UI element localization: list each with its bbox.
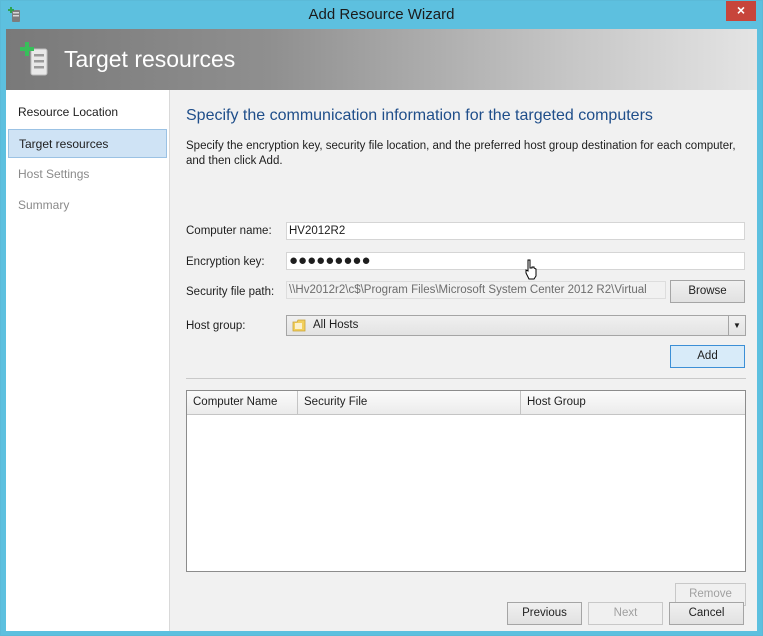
previous-button[interactable]: Previous bbox=[507, 602, 582, 625]
security-file-path-label: Security file path: bbox=[186, 286, 275, 298]
encryption-key-label: Encryption key: bbox=[186, 256, 265, 268]
grid-header: Computer Name Security File Host Group bbox=[187, 391, 745, 415]
computer-name-label: Computer name: bbox=[186, 225, 272, 237]
host-group-selected: All Hosts bbox=[313, 319, 359, 331]
host-group-label: Host group: bbox=[186, 320, 246, 332]
server-add-icon bbox=[20, 42, 48, 76]
add-button[interactable]: Add bbox=[670, 345, 745, 368]
sidebar-item-target-resources[interactable]: Target resources bbox=[8, 129, 167, 158]
cancel-button[interactable]: Cancel bbox=[669, 602, 744, 625]
wizard-main-panel: Specify the communication information fo… bbox=[171, 90, 757, 631]
sidebar-item-summary: Summary bbox=[18, 198, 70, 212]
title-bar[interactable]: Add Resource Wizard × bbox=[1, 1, 762, 28]
divider bbox=[186, 378, 746, 379]
encryption-key-input[interactable]: ●●●●●●●●● bbox=[286, 252, 745, 270]
folder-icon bbox=[292, 319, 306, 332]
target-computers-grid[interactable]: Computer Name Security File Host Group bbox=[186, 390, 746, 572]
close-icon: × bbox=[736, 2, 746, 18]
wizard-client-area: Target resources Resource Location Targe… bbox=[6, 29, 757, 631]
wizard-steps-sidebar: Resource Location Target resources Host … bbox=[6, 90, 170, 631]
section-heading: Specify the communication information fo… bbox=[186, 107, 653, 124]
security-file-path-input[interactable]: \\Hv2012r2\c$\Program Files\Microsoft Sy… bbox=[286, 281, 666, 299]
page-title: Target resources bbox=[64, 46, 236, 72]
column-header-computer-name[interactable]: Computer Name bbox=[187, 391, 298, 414]
mouse-cursor-icon bbox=[525, 259, 537, 280]
sidebar-item-host-settings: Host Settings bbox=[18, 167, 90, 181]
next-button: Next bbox=[588, 602, 663, 625]
wizard-banner: Target resources bbox=[6, 29, 757, 90]
window-title: Add Resource Wizard bbox=[308, 6, 455, 23]
sidebar-item-resource-location[interactable]: Resource Location bbox=[8, 98, 167, 127]
computer-name-input[interactable]: HV2012R2 bbox=[286, 222, 745, 240]
dropdown-arrow-icon[interactable]: ▼ bbox=[728, 316, 745, 335]
column-header-security-file[interactable]: Security File bbox=[298, 391, 521, 414]
column-header-host-group[interactable]: Host Group bbox=[521, 391, 745, 414]
host-group-dropdown[interactable]: All Hosts ▼ bbox=[286, 315, 746, 336]
browse-button[interactable]: Browse bbox=[670, 280, 745, 303]
section-description: Specify the encryption key, security fil… bbox=[186, 140, 736, 167]
wizard-window: Add Resource Wizard × Target resources R… bbox=[0, 0, 763, 636]
close-button[interactable]: × bbox=[726, 1, 756, 21]
